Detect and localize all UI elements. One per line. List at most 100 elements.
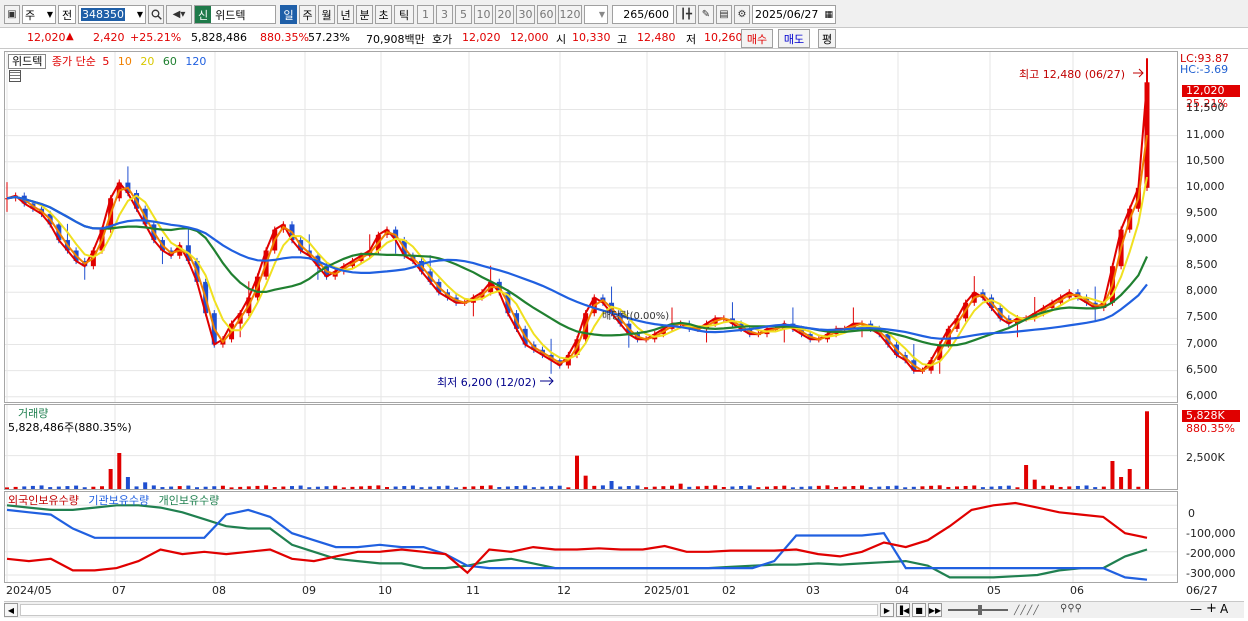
gear-icon[interactable]: ⚙ <box>734 5 750 24</box>
candle-icon[interactable]: ┃╋ <box>676 5 696 24</box>
volume-bar <box>514 486 519 489</box>
market-select-value: 주 <box>25 8 36 22</box>
chevron-down-icon: ▼ <box>46 10 53 19</box>
high-label: 고 <box>617 33 628 46</box>
volume-bar <box>445 485 450 489</box>
legend-institution: 기관보유수량 <box>88 494 150 507</box>
link-icon[interactable]: ⚲⚲⚲ <box>1060 603 1082 614</box>
play-icon[interactable]: ▶▶ <box>928 603 942 617</box>
period-day-button[interactable]: 일 <box>280 5 297 24</box>
market-select[interactable]: 주 ▼ <box>22 5 56 24</box>
price-y-label: 8,500 <box>1186 258 1218 272</box>
volume-bar <box>825 485 830 489</box>
date-value: 2025/06/27 <box>755 8 819 21</box>
volume-bar <box>773 486 778 489</box>
sell-button[interactable]: 매도 <box>778 29 810 48</box>
scroll-left-icon[interactable]: ◀ <box>4 603 18 617</box>
count-input[interactable]: 265 /600 <box>612 5 674 24</box>
stock-name-box[interactable]: 신 위드텍 <box>194 5 276 24</box>
volume-bar <box>169 486 174 489</box>
chart-tag: 위드텍 <box>8 54 47 69</box>
interval-3-button[interactable]: 3 <box>436 5 453 24</box>
bid-value: 12,020 <box>462 31 501 44</box>
volume-bar <box>695 486 700 489</box>
holdings-panel[interactable]: 외국인보유수량 기관보유수량 개인보유수량 <box>4 491 1178 583</box>
code-value: 348350 <box>81 8 125 21</box>
zoom-slider-handle[interactable] <box>978 605 982 615</box>
period-year-button[interactable]: 년 <box>337 5 354 24</box>
volume-bar <box>367 485 372 489</box>
scroll-right-icon[interactable]: ▶ <box>880 603 894 617</box>
minus-icon[interactable]: — <box>1190 602 1202 616</box>
x-axis: 2024/05 07 08 09 10 11 12 2025/01 02 03 … <box>4 583 1244 600</box>
volume-bar <box>376 485 381 489</box>
date-picker[interactable]: 2025/06/27 ▦ <box>752 5 836 24</box>
price-chart-panel[interactable]: 위드텍 종가 단순 5 10 20 60 120 최고 12,480 (06/2… <box>4 51 1178 403</box>
stop-icon[interactable]: ■ <box>912 603 926 617</box>
period-month-button[interactable]: 월 <box>318 5 335 24</box>
price-y-label: 6,000 <box>1186 388 1218 402</box>
type-select[interactable]: 전 <box>58 5 76 24</box>
volume-panel[interactable]: 거래량 5,828,486주(880.35%) <box>4 404 1178 490</box>
scroll-first-icon[interactable]: ▐◀ <box>896 603 910 617</box>
interval-120-button[interactable]: 120 <box>558 5 582 24</box>
volume-bar <box>307 487 312 489</box>
volume-bar <box>782 485 787 489</box>
font-size-icon[interactable]: A <box>1220 602 1228 616</box>
price-y-label: 6,500 <box>1186 362 1218 376</box>
volume-y-label: 2,500K <box>1186 451 1225 464</box>
x-label-2024-05: 2024/05 <box>6 584 52 597</box>
volume-bar <box>1101 486 1106 489</box>
volume-bar <box>402 486 407 489</box>
interval-30-button[interactable]: 30 <box>516 5 535 24</box>
buy-button[interactable]: 매수 <box>741 29 773 48</box>
legend-ma60: 60 <box>162 55 177 68</box>
volume-bar <box>635 485 640 489</box>
period-week-button[interactable]: 주 <box>299 5 316 24</box>
interval-custom-select[interactable]: ▼ <box>584 5 608 24</box>
ma60-line <box>6 195 1149 347</box>
dividend-annotation: 배당락(0.00%) <box>602 311 670 322</box>
volume-bar <box>410 485 415 489</box>
x-label-07: 07 <box>112 584 126 597</box>
plus-icon[interactable]: + <box>1206 601 1217 616</box>
period-minute-button[interactable]: 분 <box>356 5 373 24</box>
interval-5-button[interactable]: 5 <box>455 5 472 24</box>
interval-1-button[interactable]: 1 <box>417 5 434 24</box>
institution-line <box>6 508 1148 581</box>
price-y-axis: LC:93.87 HC:-3.69 12,020 25.21% 11,500 11… <box>1178 51 1244 403</box>
volume-bar <box>678 483 683 489</box>
volume-bar <box>540 486 545 489</box>
volume-bar <box>972 485 977 489</box>
volume-bar <box>195 487 199 489</box>
volume-bar <box>39 485 44 489</box>
code-input[interactable]: 348350 ▼ <box>78 5 146 24</box>
grid-toggle-icon[interactable] <box>9 70 21 82</box>
eval-button[interactable]: 평 <box>818 29 836 48</box>
interval-10-button[interactable]: 10 <box>474 5 493 24</box>
speaker-icon[interactable]: ◀▾ <box>166 5 192 24</box>
layout-icon[interactable]: ▣ <box>4 5 20 24</box>
interval-20-button[interactable]: 20 <box>495 5 514 24</box>
volume-bar <box>816 485 821 489</box>
chart-scrollbar[interactable]: ◀ ▶ ▐◀ ■ ▶▶ ╱╱╱╱ ⚲⚲⚲ — + A <box>4 601 1244 618</box>
scroll-track[interactable] <box>20 604 878 616</box>
interval-60-button[interactable]: 60 <box>537 5 556 24</box>
legend-ma20: 20 <box>140 55 155 68</box>
volume-bar <box>100 486 104 489</box>
volume-bar <box>1110 461 1115 489</box>
period-second-button[interactable]: 초 <box>375 5 392 24</box>
price-y-label: 11,000 <box>1186 127 1225 141</box>
volume-bar <box>255 485 260 489</box>
volume-bar <box>920 486 925 489</box>
tools-icon[interactable]: ✎ <box>698 5 714 24</box>
x-label-02: 02 <box>722 584 736 597</box>
price-chart <box>5 52 1177 402</box>
volume-subtitle: 5,828,486주(880.35%) <box>8 421 132 434</box>
save-icon[interactable]: ▤ <box>716 5 732 24</box>
holdings-y-200k: -200,000 <box>1186 547 1236 560</box>
holdings-y-300k: -300,000 <box>1186 567 1236 580</box>
period-tick-button[interactable]: 틱 <box>394 5 414 24</box>
volume-bar <box>963 485 968 489</box>
search-icon[interactable] <box>148 5 164 24</box>
